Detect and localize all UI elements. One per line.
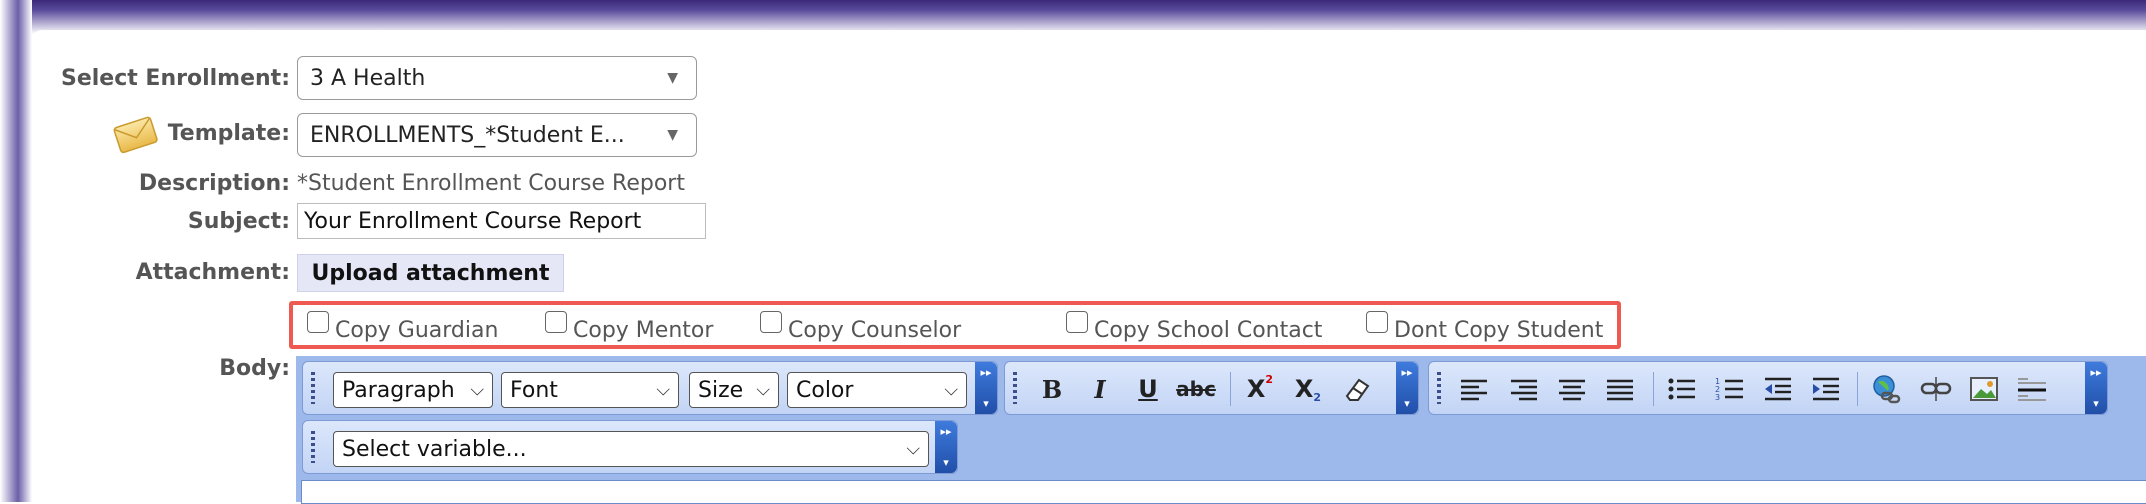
dropdown-icon: ▾ (943, 456, 949, 469)
underline-button[interactable]: U (1129, 370, 1167, 408)
toolbar-grip[interactable] (1013, 372, 1017, 404)
dropdown-icon: ▾ (983, 397, 989, 410)
checkbox-box[interactable] (307, 310, 329, 333)
copy-mentor-label: Copy Mentor (573, 318, 714, 343)
template-selected: ENROLLMENTS_*Student E... (310, 122, 625, 148)
toolbar-group-variables: Select variable... ⌵ ▸▸ ▾ (302, 420, 958, 474)
toolbar-overflow-handle[interactable]: ▸▸ ▾ (935, 421, 957, 473)
size-select[interactable]: Size ⌵ (689, 372, 779, 408)
subscript-button[interactable]: X2 (1289, 370, 1327, 408)
attachment-label: Attachment: (135, 260, 290, 285)
superscript-marker: 2 (1265, 372, 1274, 386)
overflow-icon: ▸▸ (980, 366, 992, 379)
outdent-icon[interactable] (1759, 370, 1797, 408)
strikethrough-button[interactable]: abc (1176, 370, 1216, 408)
color-select-value: Color (796, 377, 854, 403)
align-center-icon[interactable] (1553, 370, 1591, 408)
copy-guardian-label: Copy Guardian (335, 318, 499, 343)
paragraph-select[interactable]: Paragraph ⌵ (333, 372, 493, 408)
overflow-icon: ▸▸ (2090, 366, 2102, 379)
description-value: *Student Enrollment Course Report (297, 171, 685, 196)
toolbar-overflow-handle[interactable]: ▸▸ ▾ (1396, 362, 1418, 414)
toolbar-overflow-handle[interactable]: ▸▸ ▾ (2085, 362, 2107, 414)
checkbox-box[interactable] (1066, 310, 1088, 333)
indent-icon[interactable] (1807, 370, 1845, 408)
link-icon[interactable] (1867, 370, 1905, 408)
dropdown-icon: ▾ (1404, 397, 1410, 410)
chevron-down-icon: ⌵ (756, 379, 770, 401)
eraser-icon[interactable] (1337, 370, 1375, 408)
color-select[interactable]: Color ⌵ (787, 372, 967, 408)
template-label: Template: (167, 121, 290, 146)
chevron-down-icon: ⌵ (944, 379, 958, 401)
enrollment-select[interactable]: 3 A Health ▼ (297, 56, 697, 100)
copy-school-contact-label: Copy School Contact (1094, 318, 1323, 343)
toolbar-separator (1653, 372, 1654, 406)
overflow-icon: ▸▸ (1401, 366, 1413, 379)
body-label: Body: (219, 356, 290, 381)
copy-counselor-checkbox[interactable]: Copy Counselor (760, 310, 961, 343)
copy-mentor-checkbox[interactable]: Copy Mentor (545, 310, 713, 343)
image-icon[interactable] (1965, 370, 2003, 408)
svg-text:3: 3 (1715, 393, 1720, 402)
superscript-glyph: X (1246, 375, 1266, 403)
subject-input[interactable]: Your Enrollment Course Report (297, 203, 706, 239)
checkbox-box[interactable] (1366, 310, 1388, 333)
checkbox-box[interactable] (760, 310, 782, 333)
paragraph-select-value: Paragraph (342, 377, 455, 403)
toolbar-separator (1230, 372, 1231, 406)
align-justify-icon[interactable] (1601, 370, 1639, 408)
dont-copy-student-label: Dont Copy Student (1394, 318, 1604, 343)
variable-select[interactable]: Select variable... ⌵ (333, 431, 929, 467)
body-editor[interactable] (301, 480, 2146, 504)
envelope-icon (113, 116, 158, 154)
copy-counselor-label: Copy Counselor (788, 318, 962, 343)
toolbar-grip[interactable] (311, 431, 315, 463)
size-select-value: Size (698, 377, 744, 403)
description-label: Description: (138, 171, 290, 196)
subject-label: Subject: (187, 209, 290, 234)
dropdown-arrow-icon: ▼ (667, 70, 678, 86)
dropdown-arrow-icon: ▼ (667, 127, 678, 143)
toolbar-group-style: B I U abc X2 X2 ▸▸ ▾ (1004, 361, 1419, 415)
superscript-button[interactable]: X2 (1241, 370, 1279, 408)
unlink-icon[interactable] (1917, 370, 1955, 408)
overflow-icon: ▸▸ (940, 425, 952, 438)
enrollment-selected: 3 A Health (310, 65, 426, 91)
template-select[interactable]: ENROLLMENTS_*Student E... ▼ (297, 113, 697, 157)
chevron-down-icon: ⌵ (906, 438, 920, 460)
horizontal-rule-icon[interactable] (2013, 370, 2051, 408)
dont-copy-student-checkbox[interactable]: Dont Copy Student (1366, 310, 1603, 343)
bold-button[interactable]: B (1033, 370, 1071, 408)
toolbar-grip[interactable] (1437, 372, 1441, 404)
toolbar-group-paragraph: 123 ▸▸ ▾ (1428, 361, 2108, 415)
chevron-down-icon: ⌵ (470, 379, 484, 401)
checkbox-box[interactable] (545, 310, 567, 333)
variable-select-value: Select variable... (342, 436, 527, 462)
toolbar-overflow-handle[interactable]: ▸▸ ▾ (975, 362, 997, 414)
toolbar-grip[interactable] (311, 372, 315, 404)
chevron-down-icon: ⌵ (656, 379, 670, 401)
italic-button[interactable]: I (1081, 370, 1119, 408)
copy-school-contact-checkbox[interactable]: Copy School Contact (1066, 310, 1322, 343)
subscript-glyph: X (1294, 375, 1314, 403)
enrollment-label: Select Enrollment: (60, 66, 290, 91)
subscript-marker: 2 (1313, 390, 1322, 404)
font-select[interactable]: Font ⌵ (501, 372, 679, 408)
font-select-value: Font (510, 377, 558, 403)
dropdown-icon: ▾ (2093, 397, 2099, 410)
align-left-icon[interactable] (1455, 370, 1493, 408)
bullet-list-icon[interactable] (1663, 370, 1701, 408)
numbered-list-icon[interactable]: 123 (1711, 370, 1749, 408)
window-frame-left (0, 0, 32, 502)
align-right-icon[interactable] (1505, 370, 1543, 408)
toolbar-separator (1857, 372, 1858, 406)
upload-attachment-button[interactable]: Upload attachment (297, 254, 564, 292)
toolbar-group-format: Paragraph ⌵ Font ⌵ Size ⌵ Color ⌵ ▸▸ ▾ (302, 361, 998, 415)
copy-guardian-checkbox[interactable]: Copy Guardian (307, 310, 498, 343)
